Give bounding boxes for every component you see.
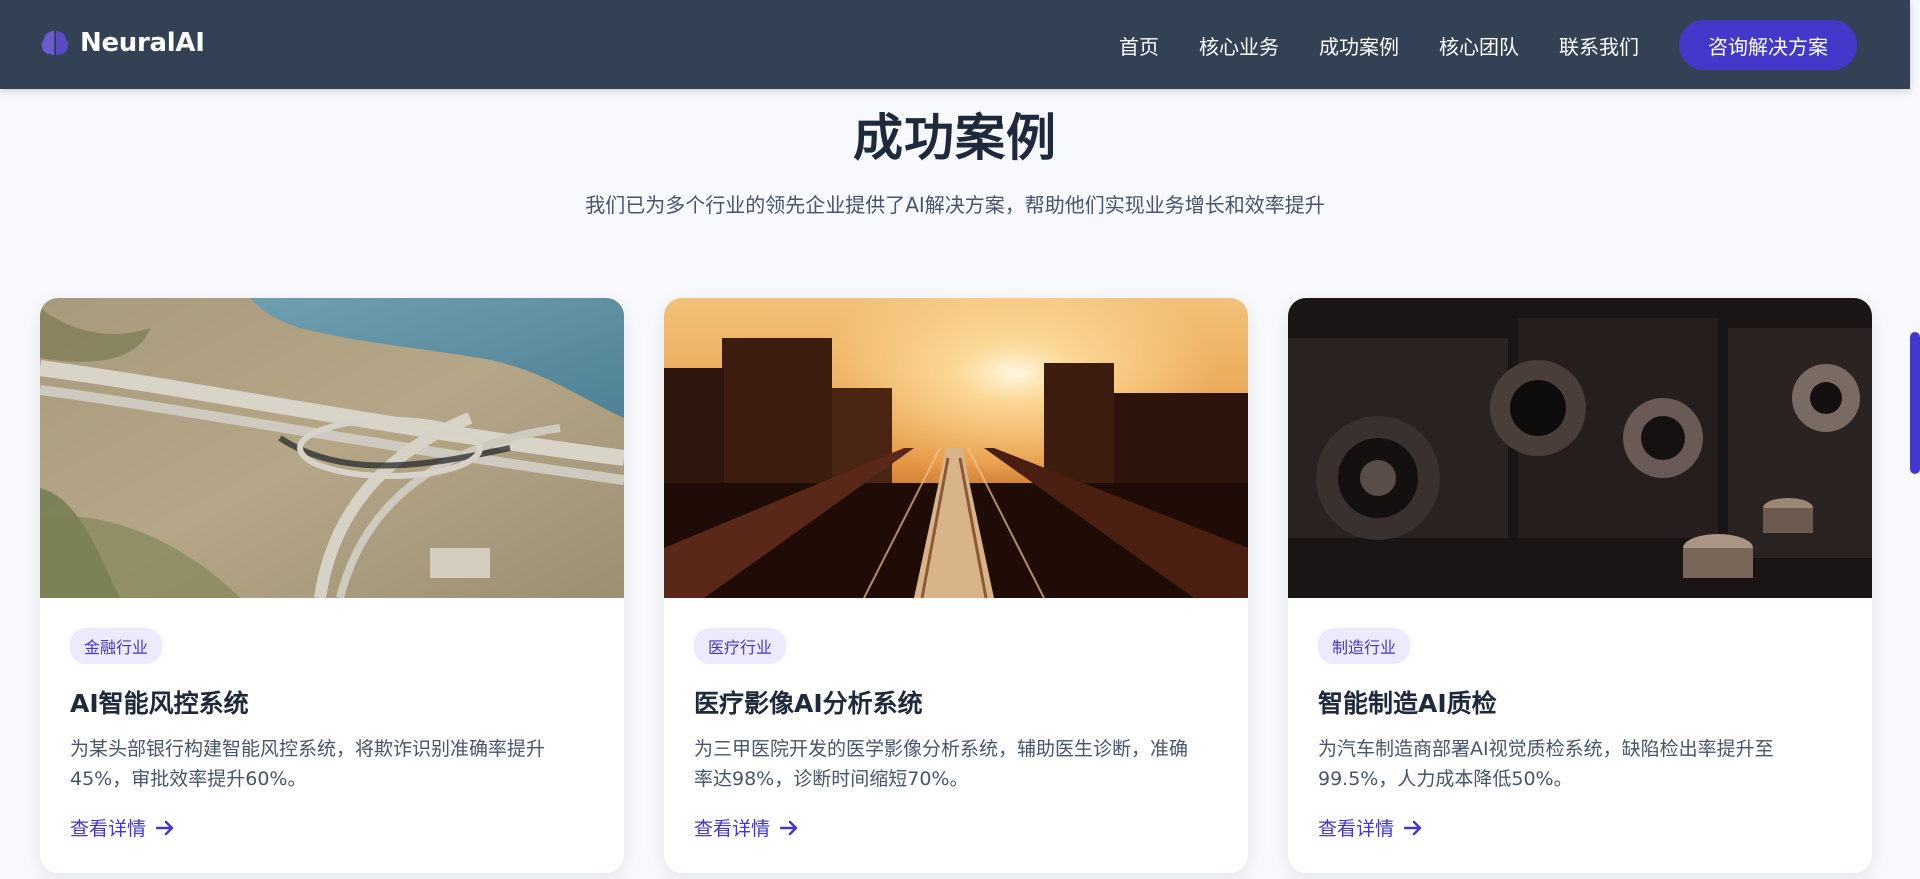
case-description-line: 为某头部银行构建智能风控系统，将欺诈识别准确率提升 xyxy=(70,738,546,760)
nav-link-contact[interactable]: 联系我们 xyxy=(1559,31,1639,60)
case-description-line: 率达98%，诊断时间缩短70%。 xyxy=(694,768,969,790)
view-details-link[interactable]: 查看详情 xyxy=(694,814,798,841)
case-title: 医疗影像AI分析系统 xyxy=(694,689,923,718)
nav-link-core-business[interactable]: 核心业务 xyxy=(1199,31,1279,60)
case-card-medical: 医疗行业 医疗影像AI分析系统 为三甲医院开发的医学影像分析系统，辅助医生诊断，… xyxy=(664,298,1248,873)
brand-name: NeuralAI xyxy=(80,28,205,58)
city-sunset-photo xyxy=(664,298,1248,598)
view-details-label: 查看详情 xyxy=(1318,818,1395,840)
consult-solution-button[interactable]: 咨询解决方案 xyxy=(1679,20,1857,70)
vintage-cameras-photo xyxy=(1288,298,1872,598)
brain-icon xyxy=(41,31,69,55)
case-title: 智能制造AI质检 xyxy=(1318,689,1497,718)
arrow-right-icon xyxy=(156,820,174,835)
arrow-right-icon xyxy=(1404,820,1422,835)
navbar: NeuralAI 首页 核心业务 成功案例 核心团队 联系我们 咨询解决方案 xyxy=(0,0,1910,89)
scrollbar-thumb[interactable] xyxy=(1910,332,1920,474)
aerial-highway-photo xyxy=(40,298,624,598)
nav-link-home[interactable]: 首页 xyxy=(1119,31,1159,60)
industry-tag: 医疗行业 xyxy=(694,628,787,664)
view-details-link[interactable]: 查看详情 xyxy=(70,814,174,841)
case-card-manufacturing: 制造行业 智能制造AI质检 为汽车制造商部署AI视觉质检系统，缺陷检出率提升至 … xyxy=(1288,298,1872,873)
view-details-label: 查看详情 xyxy=(694,818,771,840)
nav-link-core-team[interactable]: 核心团队 xyxy=(1439,31,1519,60)
case-description: 为汽车制造商部署AI视觉质检系统，缺陷检出率提升至 99.5%，人力成本降低50… xyxy=(1318,734,1842,794)
case-description-line: 为汽车制造商部署AI视觉质检系统，缺陷检出率提升至 xyxy=(1318,738,1774,760)
case-title: AI智能风控系统 xyxy=(70,689,249,718)
case-card-body: 医疗行业 医疗影像AI分析系统 为三甲医院开发的医学影像分析系统，辅助医生诊断，… xyxy=(694,628,1218,794)
case-description-line: 99.5%，人力成本降低50%。 xyxy=(1318,768,1573,790)
view-details-link[interactable]: 查看详情 xyxy=(1318,814,1422,841)
case-description: 为某头部银行构建智能风控系统，将欺诈识别准确率提升 45%，审批效率提升60%。 xyxy=(70,734,594,794)
industry-tag: 制造行业 xyxy=(1318,628,1411,664)
case-description-line: 45%，审批效率提升60%。 xyxy=(70,768,307,790)
case-cards: 金融行业 AI智能风控系统 为某头部银行构建智能风控系统，将欺诈识别准确率提升 … xyxy=(40,298,1872,873)
nav-menu: 首页 核心业务 成功案例 核心团队 联系我们 咨询解决方案 xyxy=(1119,20,1857,70)
arrow-right-icon xyxy=(780,820,798,835)
nav-link-success-cases[interactable]: 成功案例 xyxy=(1319,31,1399,60)
case-description: 为三甲医院开发的医学影像分析系统，辅助医生诊断，准确 率达98%，诊断时间缩短7… xyxy=(694,734,1218,794)
view-details-label: 查看详情 xyxy=(70,818,147,840)
industry-tag: 金融行业 xyxy=(70,628,163,664)
case-card-body: 金融行业 AI智能风控系统 为某头部银行构建智能风控系统，将欺诈识别准确率提升 … xyxy=(70,628,594,794)
case-card-body: 制造行业 智能制造AI质检 为汽车制造商部署AI视觉质检系统，缺陷检出率提升至 … xyxy=(1318,628,1842,794)
case-description-line: 为三甲医院开发的医学影像分析系统，辅助医生诊断，准确 xyxy=(694,738,1189,760)
brand-logo[interactable]: NeuralAI xyxy=(40,28,205,58)
section-subtitle: 我们已为多个行业的领先企业提供了AI解决方案，帮助他们实现业务增长和效率提升 xyxy=(585,193,1325,217)
section-title: 成功案例 xyxy=(853,109,1057,167)
case-card-finance: 金融行业 AI智能风控系统 为某头部银行构建智能风控系统，将欺诈识别准确率提升 … xyxy=(40,298,624,873)
